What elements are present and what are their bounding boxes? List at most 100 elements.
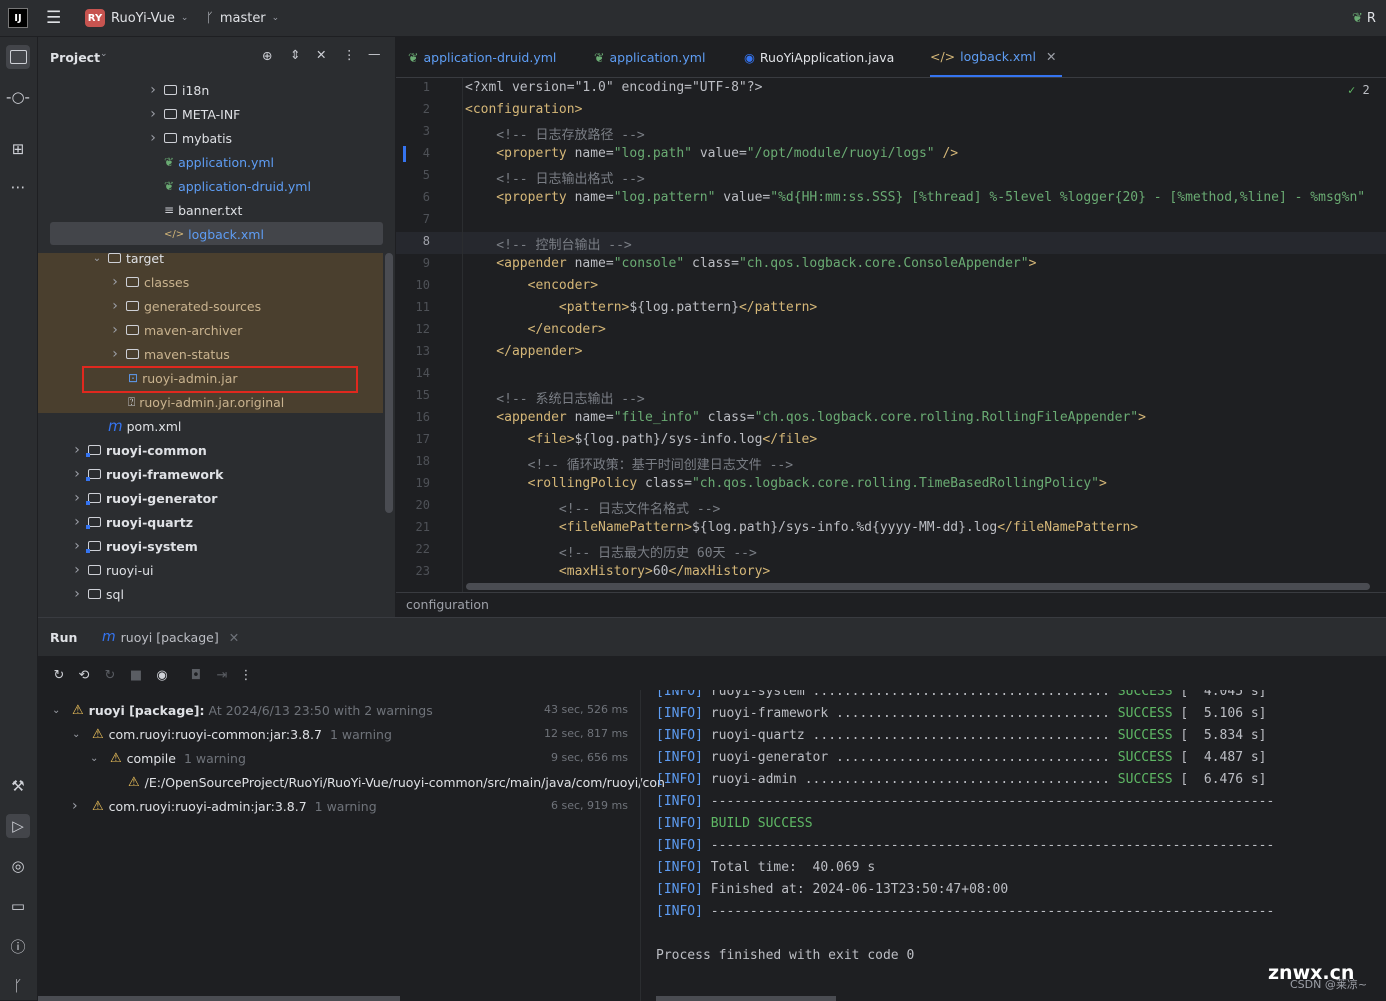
tree-item[interactable]: ⌄ target [90,246,164,270]
tree-item[interactable]: </> logback.xml [164,222,264,246]
project-tool-icon[interactable] [6,45,30,69]
rerun-icon[interactable]: ↻ [50,666,68,684]
problems-tool-icon[interactable]: ⓘ [6,934,30,958]
more-options-icon[interactable]: ⋮ [237,666,255,684]
export-icon[interactable]: ⇥ [213,666,231,684]
splitter[interactable] [640,690,641,1001]
console-scrollbar[interactable] [656,996,836,1001]
main-menu-icon[interactable]: ☰ [46,0,61,36]
chevron-down-icon[interactable]: ⌄ [72,729,86,740]
run-tool-icon[interactable]: ▷ [6,814,30,838]
terminal-tool-icon[interactable]: ▭ [6,894,30,918]
branch-switcher[interactable]: ᚴ master ⌄ [206,0,279,36]
chevron-right-icon[interactable]: › [146,82,160,98]
chevron-down-icon[interactable]: ⌄ [90,253,104,264]
tree-item[interactable]: › i18n [146,78,209,102]
code-editor[interactable]: ✓ 2 1 <?xml version="1.0" encoding="UTF-8… [396,78,1386,592]
tree-item[interactable]: › ruoyi-framework [70,462,223,486]
console-line: [INFO] ruoyi-admin .....................… [656,772,1267,787]
tree-item[interactable]: › maven-archiver [108,318,242,342]
console-line: [INFO] BUILD SUCCESS [656,816,813,831]
tree-item[interactable]: › ruoyi-quartz [70,510,193,534]
collapse-all-icon[interactable]: ✕ [316,47,326,62]
more-tools-icon[interactable]: ⋯ [6,175,30,199]
chevron-down-icon[interactable]: ⌄ [90,753,104,764]
build-hammer-icon[interactable]: ⚒ [6,774,30,798]
tree-item[interactable]: › META-INF [146,102,240,126]
eye-icon[interactable]: ◉ [153,666,171,684]
log-text: Process finished with exit code 0 [656,948,915,963]
expand-all-icon[interactable]: ⇕ [290,47,300,62]
inspection-widget[interactable]: ✓ 2 [1348,83,1370,97]
structure-tool-icon[interactable]: ⊞ [6,137,30,161]
run-config-selector[interactable]: ❦ R [1352,0,1376,36]
chevron-right-icon[interactable]: › [70,442,84,458]
tree-item[interactable]: › sql [70,582,124,606]
chevron-right-icon[interactable]: › [70,490,84,506]
chevron-down-icon[interactable]: ⌄ [100,49,108,59]
tree-item[interactable]: › ruoyi-ui [70,558,154,582]
chevron-right-icon[interactable]: › [108,298,122,314]
tree-item[interactable]: › mybatis [146,126,232,150]
tree-item[interactable]: ≡ banner.txt [164,198,242,222]
tree-item[interactable]: › ruoyi-common [70,438,207,462]
tree-item[interactable]: › ruoyi-generator [70,486,217,510]
stop-icon[interactable]: ■ [127,666,145,684]
horizontal-scrollbar[interactable] [466,583,1370,590]
chevron-right-icon[interactable]: › [70,466,84,482]
tab-application-druid-yml[interactable]: ❦ application-druid.yml [408,37,556,77]
tree-item-label: ruoyi-ui [106,562,154,578]
close-icon[interactable]: ✕ [1046,49,1056,64]
chevron-right-icon[interactable]: › [72,798,86,814]
tree-item[interactable]: › ruoyi-system [70,534,198,558]
tab-application-yml[interactable]: ❦ application.yml [594,37,705,77]
project-panel-title[interactable]: Project [50,50,100,65]
tree-item[interactable]: › generated-sources [108,294,261,318]
project-switcher[interactable]: RY RuoYi-Vue ⌄ [85,0,188,36]
chevron-down-icon[interactable]: ⌄ [52,705,66,716]
code-line: <!-- 日志存放路径 --> [465,124,644,143]
hide-icon[interactable]: — [368,46,381,61]
locate-icon[interactable]: ⊕ [262,48,272,63]
tree-scrollbar[interactable] [38,996,400,1001]
tree-item[interactable]: m pom.xml [108,414,181,438]
chevron-right-icon[interactable]: › [108,322,122,338]
chevron-right-icon[interactable]: › [70,538,84,554]
chevron-right-icon[interactable]: › [146,106,160,122]
breadcrumb-item[interactable]: configuration [406,597,489,612]
tree-item[interactable]: ❦ application-druid.yml [164,174,311,198]
rerun-debug-icon[interactable]: ↻ [101,666,119,684]
intellij-logo-icon[interactable]: IJ [8,0,28,36]
run-tree-item[interactable]: ⌄ ⚠ compile 1 warning [90,746,246,770]
tab-logback-xml[interactable]: </> logback.xml ✕ [930,37,1063,77]
console-output[interactable]: [INFO] ruoyi-system ....................… [656,690,1386,1001]
run-tree-item[interactable]: ⌄ ⚠ com.ruoyi:ruoyi-common:jar:3.8.7 1 warn… [72,722,392,746]
tree-item[interactable]: › maven-status [108,342,230,366]
git-tool-icon[interactable]: ᚴ [6,974,30,998]
camera-icon[interactable]: ◘ [187,666,205,684]
commit-tool-icon[interactable]: -○- [6,85,30,109]
chevron-right-icon[interactable]: › [70,514,84,530]
tree-item[interactable]: ⍰ ruoyi-admin.jar.original [128,390,284,414]
rerun-failed-icon[interactable]: ⟲ [75,666,93,684]
options-icon[interactable]: ⋮ [343,47,356,62]
chevron-right-icon[interactable]: › [70,586,84,602]
services-tool-icon[interactable]: ◎ [6,854,30,878]
run-tree-item[interactable]: › ⚠ com.ruoyi:ruoyi-admin:jar:3.8.7 1 warni… [72,794,377,818]
chevron-right-icon[interactable]: › [108,346,122,362]
chevron-right-icon[interactable]: › [108,274,122,290]
scrollbar[interactable] [385,253,393,513]
code-token: "log.path" [613,146,692,161]
run-tree-item[interactable]: ⌄ ⚠ ruoyi [package]: At 2024/6/13 23:50 wit… [52,698,433,722]
chevron-right-icon[interactable]: › [146,130,160,146]
tree-item[interactable]: ❦ application.yml [164,150,274,174]
tab-ruoyiapplication-java[interactable]: ◉ RuoYiApplication.java [744,37,894,77]
tree-item[interactable]: › classes [108,270,189,294]
log-duration: [ 5.106 s] [1172,706,1267,721]
run-tree-item[interactable]: ⚠/E:/OpenSourceProject/RuoYi/RuoYi-Vue/r… [128,770,665,794]
chevron-right-icon[interactable]: › [70,562,84,578]
close-icon[interactable]: ✕ [229,630,239,645]
tab-ruoyi-package[interactable]: m ruoyi [package] ✕ [102,629,239,645]
yml-icon: ❦ [164,179,175,193]
log-text: ruoyi-admin ............................… [702,772,1118,787]
